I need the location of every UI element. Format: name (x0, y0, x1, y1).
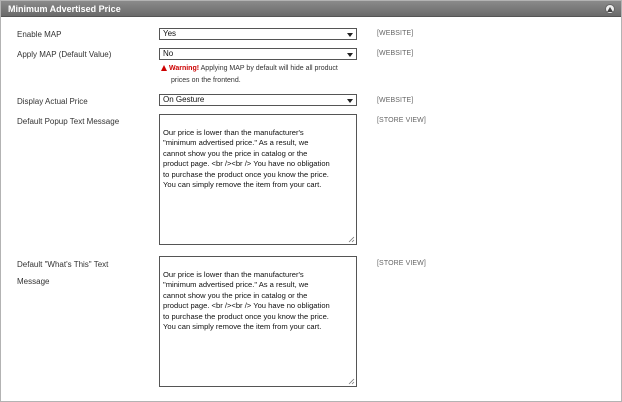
dropdown-arrow-icon (347, 53, 353, 57)
whats-this-text-textarea[interactable]: Our price is lower than the manufacturer… (159, 256, 357, 387)
map-warning-note: Warning! Applying MAP by default will hi… (161, 63, 361, 87)
apply-map-select[interactable]: No (159, 48, 357, 60)
map-config-panel: Minimum Advertised Price Enable MAP Yes … (0, 0, 622, 402)
popup-text-textarea[interactable]: Our price is lower than the manufacturer… (159, 114, 357, 245)
warning-triangle-icon (161, 65, 167, 71)
warning-text-line2: prices on the frontend. (171, 77, 241, 84)
dropdown-arrow-icon (347, 33, 353, 37)
collapse-up-icon[interactable] (605, 4, 615, 14)
whats-this-label-line2: Message (17, 277, 50, 286)
display-actual-price-scope: [WEBSITE] (377, 97, 414, 104)
resize-grip-icon[interactable] (348, 378, 355, 385)
apply-map-value: No (163, 49, 174, 58)
apply-map-label: Apply MAP (Default Value) (17, 50, 112, 59)
popup-text-label: Default Popup Text Message (17, 117, 120, 126)
section-header[interactable]: Minimum Advertised Price (1, 1, 621, 17)
whats-this-text-value: Our price is lower than the manufacturer… (163, 269, 330, 332)
enable-map-label: Enable MAP (17, 30, 62, 39)
resize-grip-icon[interactable] (348, 236, 355, 243)
whats-this-label-line1: Default "What's This" Text (17, 260, 109, 269)
enable-map-scope: [WEBSITE] (377, 30, 414, 37)
warning-text-line1: Applying MAP by default will hide all pr… (199, 65, 338, 72)
dropdown-arrow-icon (347, 99, 353, 103)
display-actual-price-select[interactable]: On Gesture (159, 94, 357, 106)
enable-map-value: Yes (163, 29, 177, 38)
enable-map-select[interactable]: Yes (159, 28, 357, 40)
display-actual-price-label: Display Actual Price (17, 97, 88, 106)
warning-strong: Warning! (169, 65, 200, 72)
popup-text-scope: [STORE VIEW] (377, 117, 426, 124)
whats-this-text-label: Default "What's This" Text Message (17, 259, 108, 287)
section-title: Minimum Advertised Price (8, 4, 121, 14)
apply-map-scope: [WEBSITE] (377, 50, 414, 57)
display-actual-price-value: On Gesture (163, 95, 205, 104)
whats-this-text-scope: [STORE VIEW] (377, 260, 426, 267)
popup-text-value: Our price is lower than the manufacturer… (163, 127, 330, 190)
